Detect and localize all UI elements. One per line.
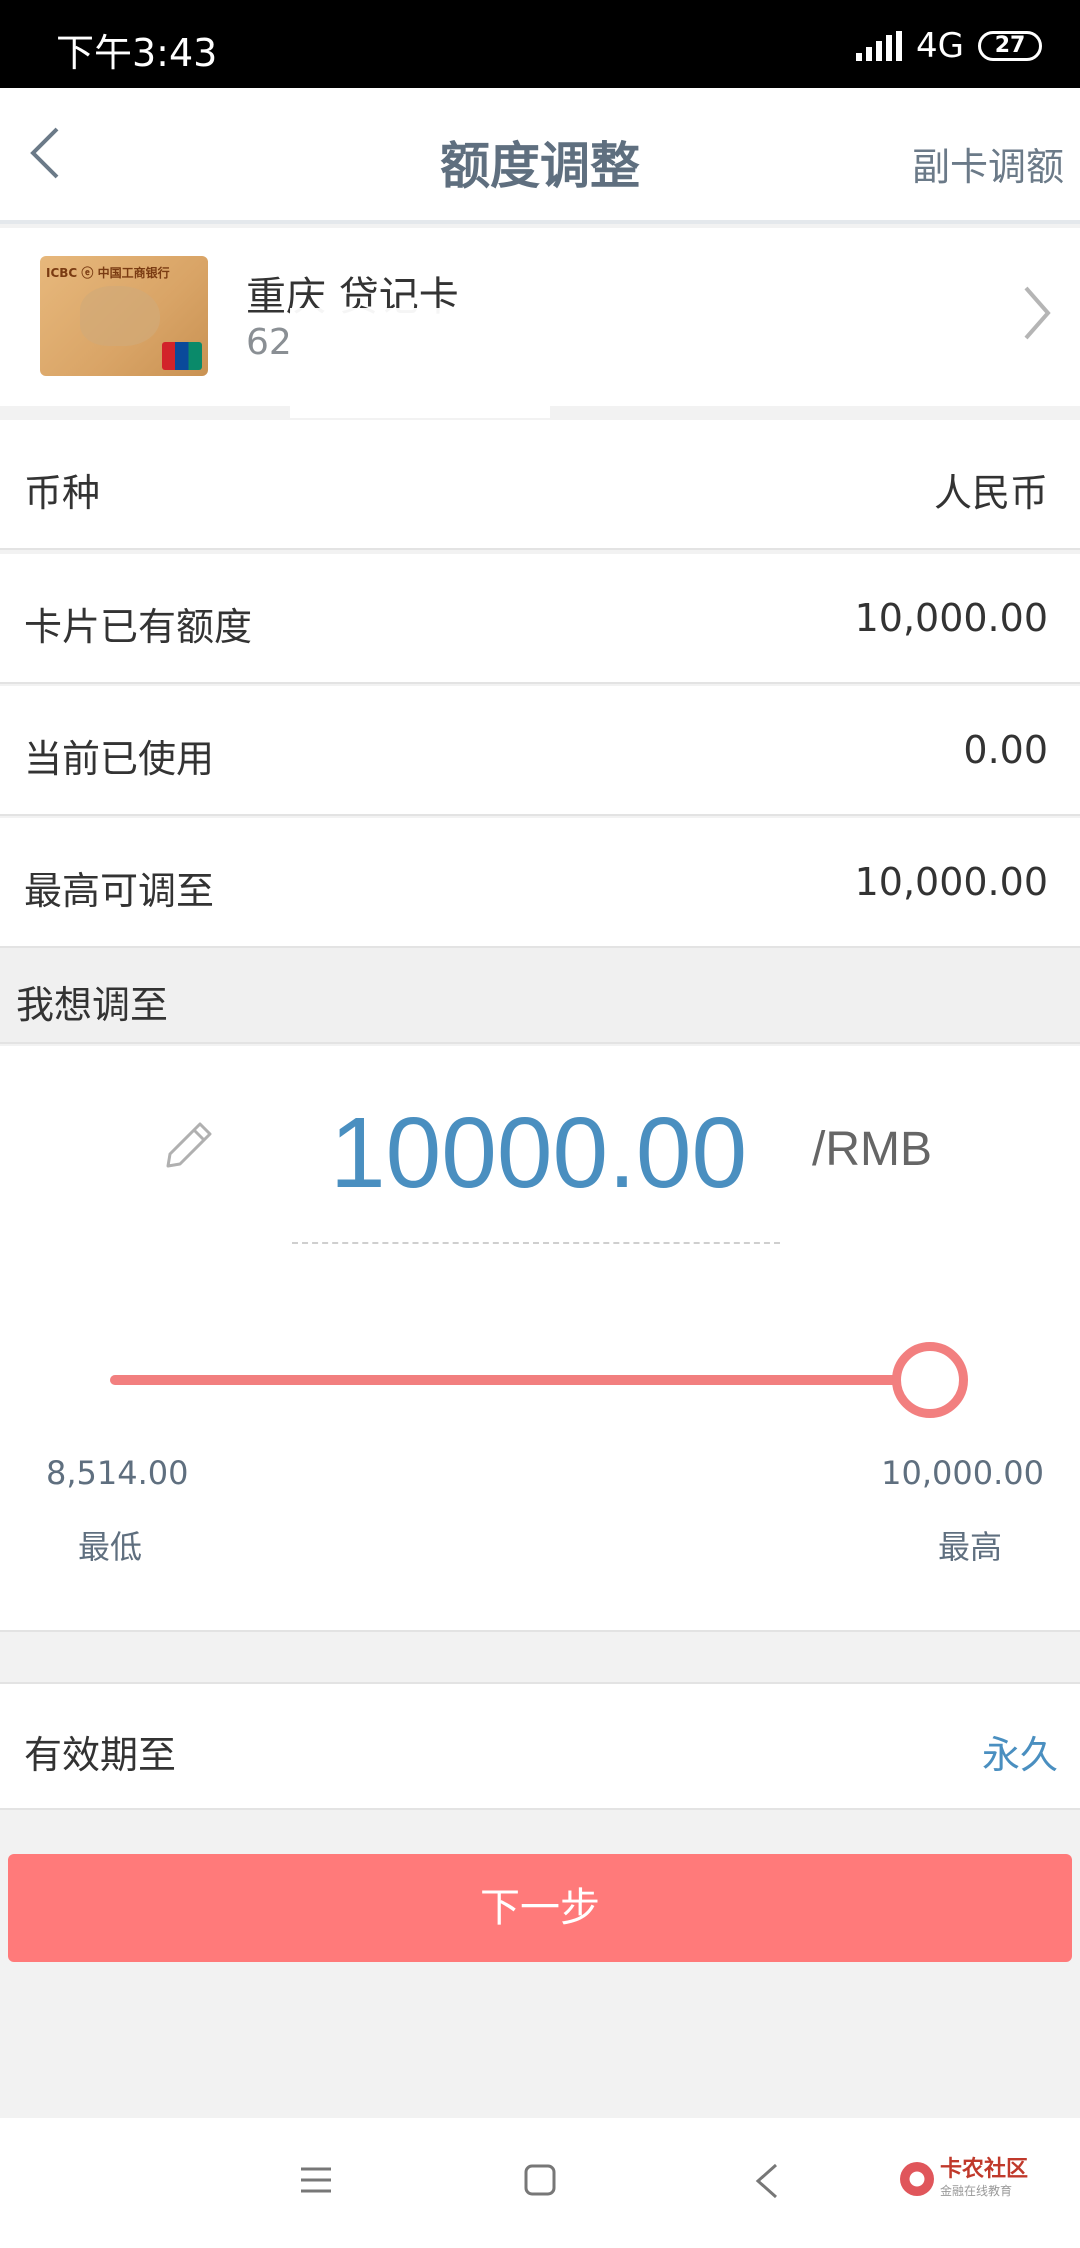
watermark: 卡农社区 金融在线教育	[900, 2158, 1028, 2199]
system-nav-bar: 卡农社区 金融在线教育	[0, 2118, 1080, 2248]
adjust-section-header: 我想调至	[0, 948, 1080, 1044]
amount-input[interactable]: 10000.00	[330, 1096, 747, 1211]
bank-logo: ICBC ⓔ 中国工商银行	[46, 266, 170, 280]
card-number: 62	[246, 322, 292, 363]
adjust-section-title: 我想调至	[16, 983, 169, 1027]
credit-limit-adjust-screen: 下午3:43 4G 27 额度调整 副卡调额 ICBC ⓔ 中国工商银行 重庆 …	[0, 0, 1080, 2248]
menu-icon[interactable]	[298, 2162, 334, 2198]
validity-label: 有效期至	[24, 1733, 177, 1777]
slider-min-label: 最低	[78, 1528, 143, 1566]
max-adjust-value: 10,000.00	[854, 860, 1048, 904]
used-amount-row: 当前已使用 0.00	[0, 686, 1080, 816]
validity-row[interactable]: 有效期至 永久	[0, 1682, 1080, 1810]
existing-limit-label: 卡片已有额度	[24, 605, 253, 649]
card-selector[interactable]: ICBC ⓔ 中国工商银行 重庆 贷记卡 62	[0, 228, 1080, 418]
currency-row: 币种 人民币	[0, 420, 1080, 550]
limit-slider-fill	[110, 1375, 930, 1385]
existing-limit-value: 10,000.00	[854, 596, 1048, 640]
watermark-sub: 金融在线教育	[940, 2184, 1013, 2198]
used-amount-label: 当前已使用	[24, 737, 215, 781]
next-step-button[interactable]: 下一步	[8, 1854, 1072, 1962]
signal-icon	[856, 31, 903, 61]
max-adjust-label: 最高可调至	[24, 869, 215, 913]
amount-underline	[292, 1242, 780, 1244]
amount-adjust-panel: 10000.00 /RMB 8,514.00 10,000.00 最低 最高	[0, 1046, 1080, 1632]
nav-bar: 额度调整 副卡调额	[0, 88, 1080, 224]
unionpay-logo	[162, 342, 202, 370]
slider-min-value: 8,514.00	[46, 1454, 189, 1492]
status-time: 下午3:43	[56, 31, 218, 75]
back-nav-icon[interactable]	[752, 2162, 782, 2200]
status-bar: 下午3:43 4G 27	[0, 0, 1080, 88]
home-icon[interactable]	[522, 2162, 558, 2198]
supplementary-card-adjust-link[interactable]: 副卡调额	[912, 136, 1064, 191]
validity-value[interactable]: 永久	[982, 1724, 1058, 1779]
amount-unit: /RMB	[812, 1123, 932, 1176]
slider-max-label: 最高	[937, 1528, 1002, 1566]
chevron-right-icon	[1024, 286, 1051, 340]
battery-icon: 27	[978, 31, 1042, 61]
card-image: ICBC ⓔ 中国工商银行	[40, 256, 208, 376]
currency-label: 币种	[24, 471, 101, 515]
network-type: 4G	[916, 26, 964, 66]
watermark-name: 卡农社区	[940, 2157, 1029, 2182]
slider-max-value: 10,000.00	[881, 1454, 1044, 1492]
limit-slider-track[interactable]	[110, 1375, 930, 1385]
max-adjust-row: 最高可调至 10,000.00	[0, 818, 1080, 948]
limit-slider-thumb[interactable]	[892, 1342, 968, 1418]
pencil-icon[interactable]	[160, 1118, 216, 1174]
used-amount-value: 0.00	[963, 728, 1048, 772]
status-indicators: 4G 27	[856, 26, 1042, 66]
existing-limit-row: 卡片已有额度 10,000.00	[0, 554, 1080, 684]
currency-value: 人民币	[933, 471, 1048, 515]
redaction-blur	[290, 308, 550, 418]
watermark-logo	[900, 2161, 934, 2196]
